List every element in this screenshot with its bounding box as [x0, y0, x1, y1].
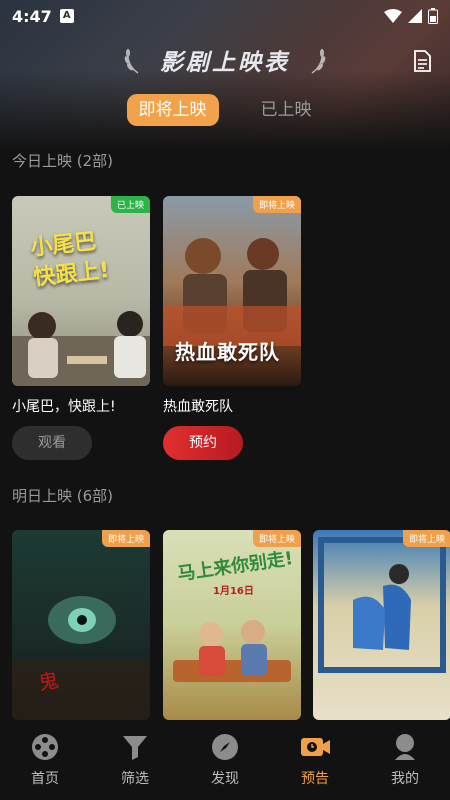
poster-illustration	[318, 537, 446, 673]
nav-filter-label: 筛选	[121, 771, 149, 787]
tab-upcoming[interactable]: 即将上映	[126, 94, 219, 126]
section-today-label: 今日上映 (2部)	[12, 152, 114, 170]
poster-date-text: 1月16日	[213, 586, 254, 597]
laurel-left-icon	[124, 48, 139, 74]
status-badge: 即将上映	[252, 196, 301, 213]
nav-trailer[interactable]: 预告	[275, 732, 355, 788]
poster-illustration: 鬼	[12, 596, 150, 720]
tab-bar: 即将上映 已上映	[0, 94, 450, 126]
nav-filter[interactable]: 筛选	[95, 732, 175, 788]
nav-discover-label: 发现	[211, 771, 239, 787]
compass-icon	[212, 734, 238, 760]
movie-poster[interactable]: 马上来你别走! 1月16日 即将上映	[163, 530, 301, 720]
status-badge: 即将上映	[252, 530, 301, 547]
bottom-nav: 首页 筛选 发现 预告 我的	[0, 724, 450, 800]
movie-title: 小尾巴，快跟上!	[12, 399, 116, 415]
movie-card[interactable]: 热血敢死队 即将上映 热血敢死队 预约	[163, 196, 301, 460]
section-tomorrow-label: 明日上映 (6部)	[12, 487, 114, 505]
movie-poster[interactable]: 鬼 即将上映	[12, 530, 150, 720]
nav-home[interactable]: 首页	[5, 732, 85, 788]
movie-poster[interactable]: 即将上映	[313, 530, 450, 720]
video-camera-icon	[301, 738, 330, 756]
nav-profile-label: 我的	[391, 771, 419, 787]
user-icon	[395, 734, 415, 760]
movie-card[interactable]: 马上来你别走! 1月16日 即将上映	[163, 530, 301, 720]
status-badge: 即将上映	[101, 530, 150, 547]
movie-card[interactable]: 鬼 即将上映	[12, 530, 150, 720]
status-badge: 已上映	[110, 196, 150, 213]
movie-card[interactable]: 即将上映	[313, 530, 450, 720]
poster-title-text: 热血敢死队	[175, 340, 280, 364]
movie-poster[interactable]: 小尾巴 快跟上! 已上映	[12, 196, 150, 386]
nav-trailer-label: 预告	[301, 771, 329, 787]
poster-illustration	[12, 311, 150, 386]
signal-icon	[408, 9, 422, 23]
status-bar: 4:47 A	[0, 0, 450, 32]
reserve-button[interactable]: 预约	[163, 426, 243, 460]
poster-title-text: 小尾巴 快跟上!	[29, 229, 111, 291]
funnel-icon	[123, 736, 147, 760]
title-row: 影剧上映表	[0, 40, 450, 80]
film-reel-icon	[32, 734, 58, 760]
movie-card[interactable]: 小尾巴 快跟上! 已上映 小尾巴，快跟上! 观看	[12, 196, 150, 460]
movie-title: 热血敢死队	[163, 399, 233, 415]
notification-a-icon: A	[59, 9, 74, 23]
wifi-icon	[384, 9, 402, 23]
watch-button[interactable]: 观看	[12, 426, 92, 460]
status-time: 4:47	[12, 6, 52, 26]
battery-icon	[428, 8, 438, 24]
nav-discover[interactable]: 发现	[185, 732, 265, 788]
document-icon[interactable]	[412, 50, 432, 72]
tab-released[interactable]: 已上映	[249, 94, 324, 126]
nav-profile[interactable]: 我的	[365, 732, 445, 788]
nav-home-label: 首页	[31, 771, 59, 787]
page-title: 影剧上映表	[160, 50, 290, 76]
laurel-right-icon	[311, 48, 326, 74]
status-badge: 即将上映	[402, 530, 450, 547]
movie-poster[interactable]: 热血敢死队 即将上映	[163, 196, 301, 386]
svg-text:鬼: 鬼	[37, 668, 61, 695]
